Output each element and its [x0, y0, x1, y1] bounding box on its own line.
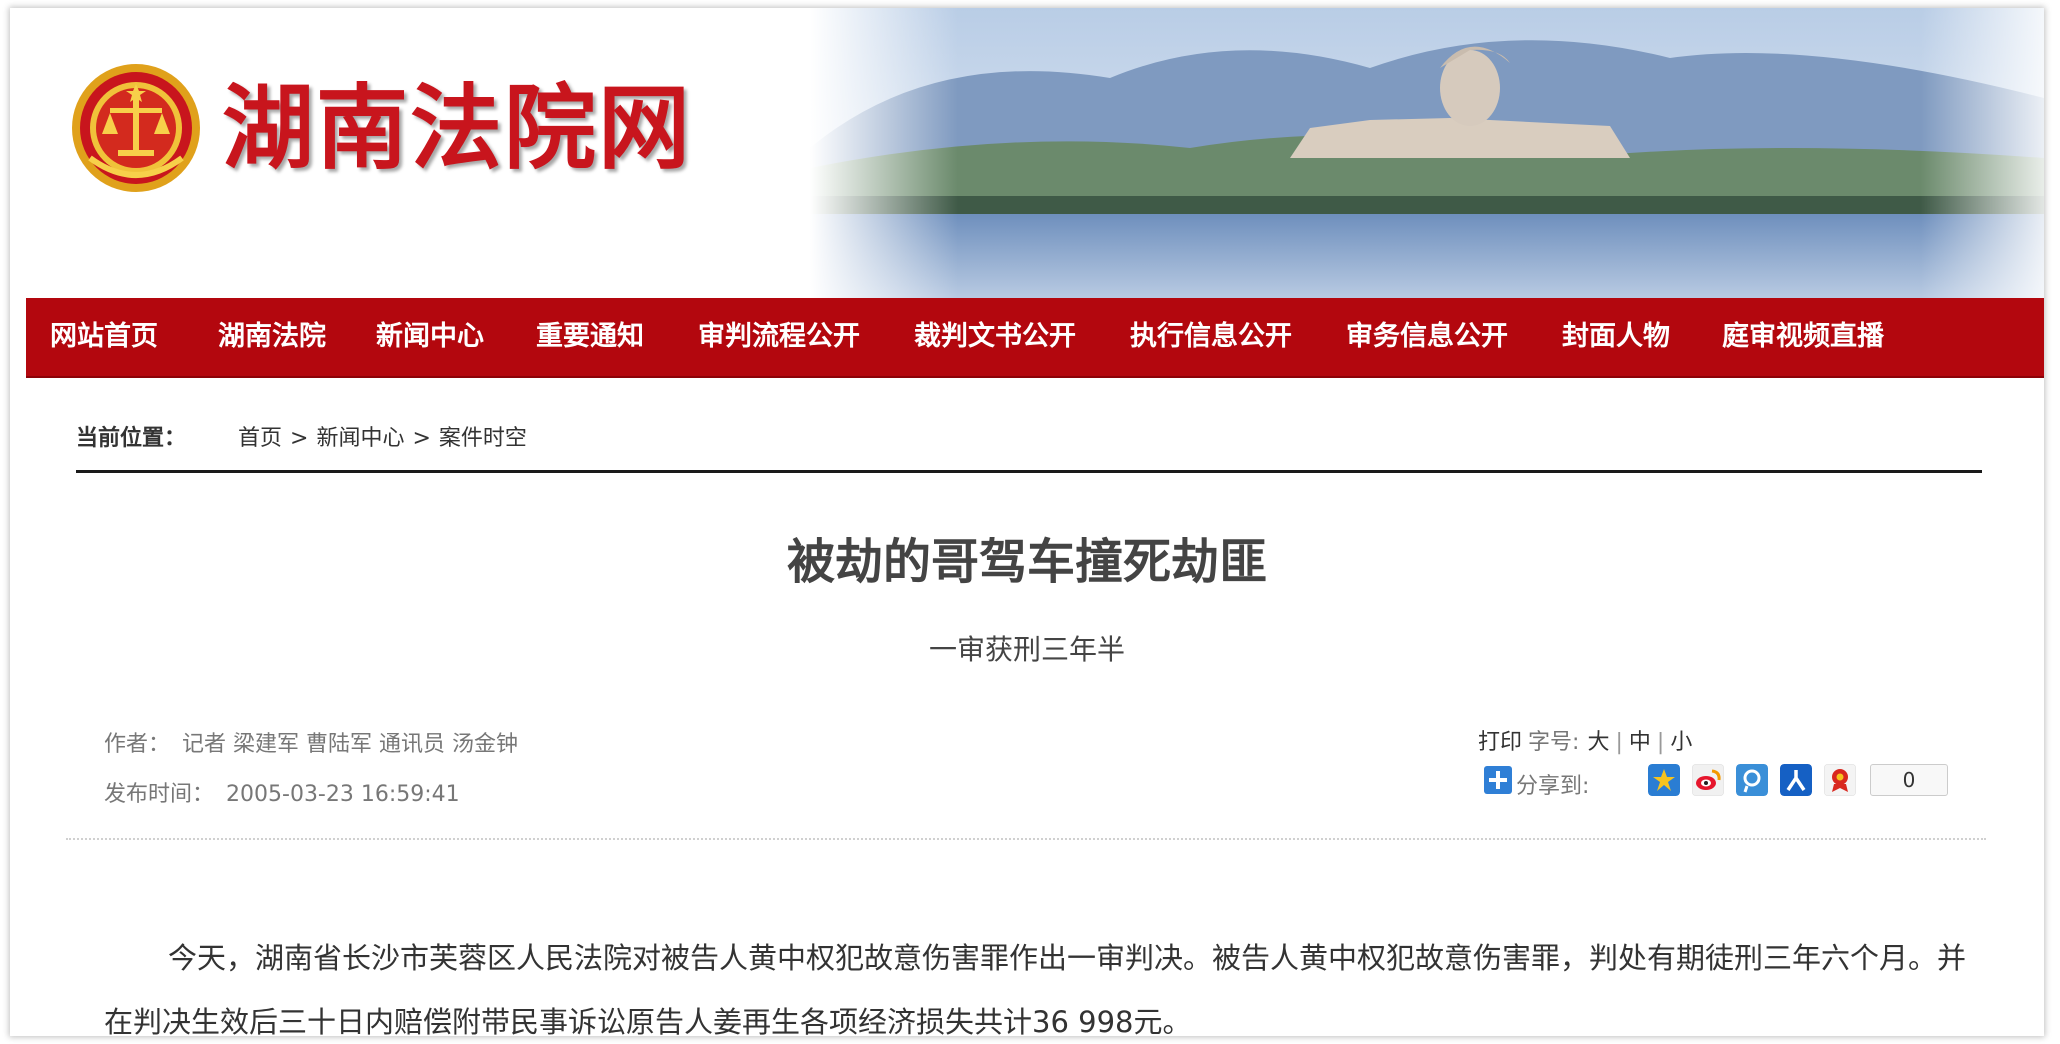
breadcrumb-separator: > [290, 426, 309, 451]
banner-landscape-image [810, 8, 2044, 298]
nav-item-court-affairs[interactable]: 审务信息公开 [1346, 298, 1508, 376]
breadcrumb: 首页 > 新闻中心 > 案件时空 [238, 420, 527, 452]
header-divider [76, 470, 1982, 473]
nav-item-judgments[interactable]: 裁判文书公开 [914, 298, 1076, 376]
breadcrumb-separator: > [412, 426, 431, 451]
nav-item-news[interactable]: 新闻中心 [376, 298, 484, 376]
nav-item-cover-people[interactable]: 封面人物 [1562, 298, 1670, 376]
article-tools: 打印 字号: 大 | 中 | 小 [1478, 724, 1692, 756]
page-frame: 湖南法院网 网站首页 湖南法院 新闻中心 重要通知 审判流程公开 裁判文书公开 … [0, 0, 2060, 1044]
font-size-medium[interactable]: 中 [1629, 730, 1651, 755]
court-emblem-icon[interactable] [70, 62, 202, 194]
date-value: 2005-03-23 16:59:41 [226, 782, 460, 807]
date-label: 发布时间： [104, 782, 215, 807]
qzone-icon[interactable] [1648, 764, 1680, 796]
site-header: 湖南法院网 [10, 8, 2044, 298]
kaixin-icon[interactable] [1824, 764, 1856, 796]
divider: | [1656, 730, 1665, 755]
divider: | [1615, 730, 1623, 755]
meta-divider [66, 838, 1986, 840]
breadcrumb-home[interactable]: 首页 [238, 426, 282, 451]
article-paragraph: 今天，湖南省长沙市芙蓉区人民法院对被告人黄中权犯故意伤害罪作出一审判决。被告人黄… [104, 941, 1967, 1036]
nav-item-execution[interactable]: 执行信息公开 [1130, 298, 1292, 376]
font-size-small[interactable]: 小 [1670, 730, 1692, 755]
article-date: 发布时间： 2005-03-23 16:59:41 [104, 776, 460, 808]
article-title: 被劫的哥驾车撞死劫匪 [786, 534, 1267, 590]
site-title[interactable]: 湖南法院网 [222, 78, 692, 178]
share-more-icon[interactable] [1484, 766, 1512, 794]
share-label: 分享到: [1516, 774, 1590, 799]
author-label: 作者： [104, 732, 171, 757]
nav-item-hunan-court[interactable]: 湖南法院 [218, 298, 326, 376]
weibo-icon[interactable] [1692, 764, 1724, 796]
breadcrumb-case-column[interactable]: 案件时空 [439, 426, 527, 451]
breadcrumb-news[interactable]: 新闻中心 [316, 426, 404, 451]
nav-item-trial-process[interactable]: 审判流程公开 [698, 298, 860, 376]
font-size-large[interactable]: 大 [1587, 730, 1609, 755]
nav-item-live-video[interactable]: 庭审视频直播 [1722, 298, 1884, 376]
article-author: 作者： 记者 梁建军 曹陆军 通讯员 汤金钟 [104, 726, 518, 758]
breadcrumb-label: 当前位置： [76, 426, 187, 451]
font-size-label: 字号: [1528, 730, 1580, 755]
share-count: 0 [1870, 764, 1948, 796]
article-subtitle: 一审获刑三年半 [928, 633, 1125, 666]
nav-item-home[interactable]: 网站首页 [50, 298, 158, 376]
print-link[interactable]: 打印 [1478, 730, 1522, 755]
main-nav: 网站首页 湖南法院 新闻中心 重要通知 审判流程公开 裁判文书公开 执行信息公开… [26, 298, 2044, 378]
web-page: 湖南法院网 网站首页 湖南法院 新闻中心 重要通知 审判流程公开 裁判文书公开 … [10, 8, 2044, 1036]
nav-item-notices[interactable]: 重要通知 [536, 298, 644, 376]
tencent-weibo-icon[interactable] [1736, 764, 1768, 796]
renren-icon[interactable] [1780, 764, 1812, 796]
author-value: 记者 梁建军 曹陆军 通讯员 汤金钟 [182, 732, 518, 757]
